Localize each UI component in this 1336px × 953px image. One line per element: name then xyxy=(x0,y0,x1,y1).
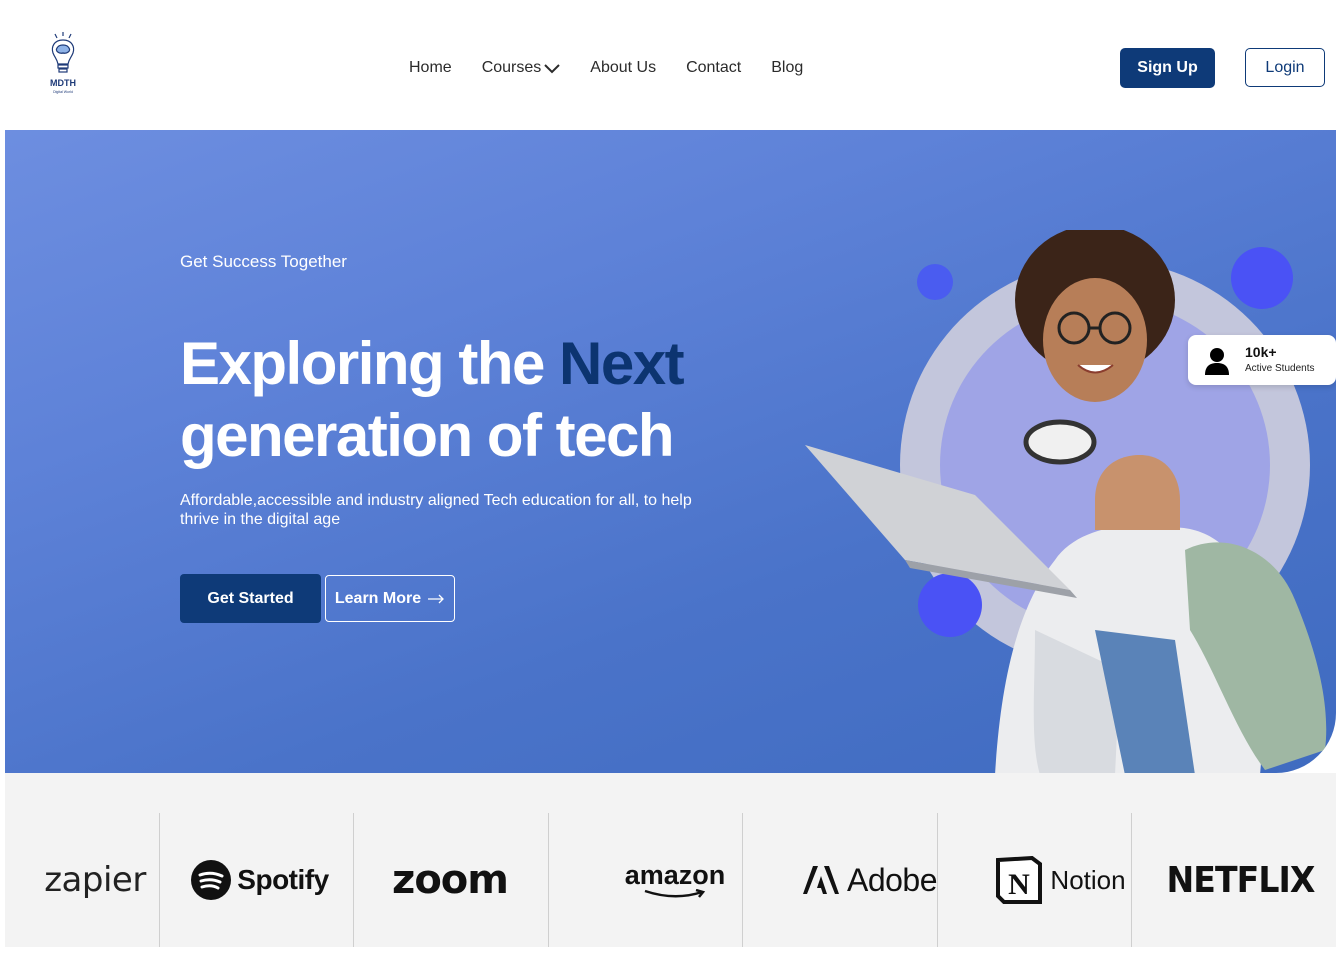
decor-dot-large xyxy=(1231,247,1293,309)
nav-courses[interactable]: Courses xyxy=(482,59,561,77)
main-nav: Home Courses About Us Contact Blog xyxy=(409,59,803,77)
brand-tagline: Digital World xyxy=(53,90,73,94)
login-button[interactable]: Login xyxy=(1245,48,1325,87)
arrow-right-icon xyxy=(428,594,445,603)
divider xyxy=(159,813,160,947)
hero-headline: Exploring the Next generation of tech xyxy=(180,328,740,472)
nav-about[interactable]: About Us xyxy=(590,59,656,77)
active-students-badge: 10k+ Active Students xyxy=(1188,335,1336,385)
site-header: MDTH Digital World Home Courses About Us… xyxy=(5,5,1336,130)
learn-more-label: Learn More xyxy=(334,589,422,607)
partner-logos-strip: zapier Spotify zoom amazon Adobe N Notio… xyxy=(5,773,1336,947)
decor-dot-small xyxy=(917,264,953,300)
get-started-button[interactable]: Get Started xyxy=(180,574,321,623)
chevron-down-icon xyxy=(544,64,560,74)
headline-part2: generation of tech xyxy=(180,402,675,469)
headline-part1: Exploring the xyxy=(180,330,560,397)
signup-button[interactable]: Sign Up xyxy=(1120,48,1215,88)
hero-kicker: Get Success Together xyxy=(180,252,347,271)
students-count: 10k+ xyxy=(1245,344,1277,360)
brand-logo[interactable]: MDTH Digital World xyxy=(45,31,81,95)
learn-more-button[interactable]: Learn More xyxy=(325,575,455,622)
divider xyxy=(1131,813,1132,947)
zapier-logo: zapier xyxy=(44,860,146,900)
page: MDTH Digital World Home Courses About Us… xyxy=(5,5,1336,947)
divider xyxy=(548,813,549,947)
headline-accent: Next xyxy=(559,330,685,397)
hero-subtitle: Affordable,accessible and industry align… xyxy=(180,492,692,528)
spotify-icon xyxy=(191,860,232,900)
netflix-logo: NETFLIX xyxy=(1165,859,1315,901)
notion-icon: N xyxy=(996,856,1043,904)
divider xyxy=(937,813,938,947)
nav-blog[interactable]: Blog xyxy=(771,59,803,77)
hero-illustration xyxy=(805,230,1327,773)
brand-name: MDTH xyxy=(50,78,76,88)
notion-logo: N Notion xyxy=(965,813,1155,947)
spotify-logo: Spotify xyxy=(165,813,355,947)
students-label: Active Students xyxy=(1245,363,1315,374)
zoom-logo: zoom xyxy=(392,857,509,903)
nav-contact[interactable]: Contact xyxy=(686,59,741,77)
divider xyxy=(742,813,743,947)
hero-section: Get Success Together Exploring the Next … xyxy=(5,130,1336,773)
adobe-icon xyxy=(802,866,839,894)
svg-text:N: N xyxy=(1009,868,1031,901)
amazon-smile-icon xyxy=(644,888,706,898)
decor-dot-bottom xyxy=(918,573,982,637)
divider xyxy=(353,813,354,947)
user-icon xyxy=(1205,348,1229,375)
nav-home[interactable]: Home xyxy=(409,59,452,77)
nav-courses-label: Courses xyxy=(481,59,542,76)
